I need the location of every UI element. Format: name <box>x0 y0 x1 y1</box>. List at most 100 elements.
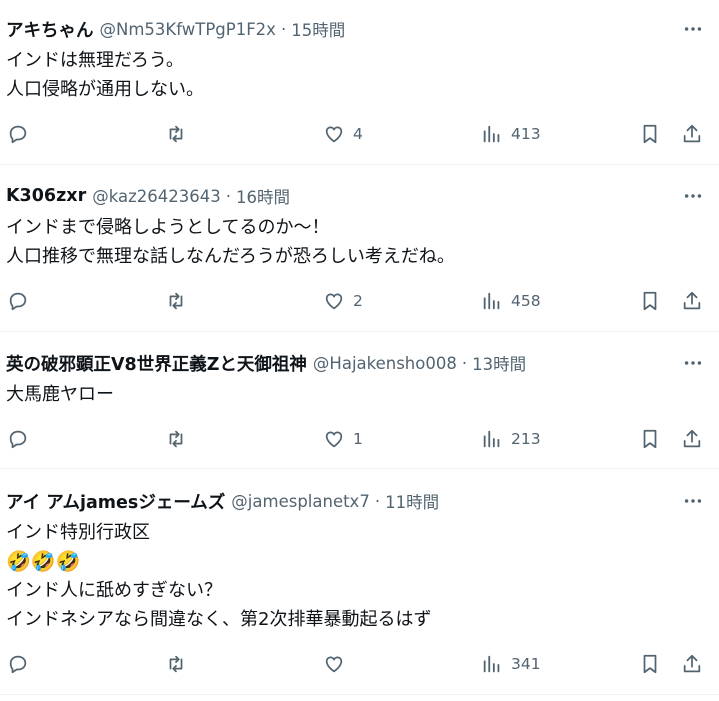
tweet[interactable]: アイ アムjamesジェームズ @jamesplanetx7 · 11時間 イン… <box>0 486 719 695</box>
view-count: 458 <box>511 292 541 310</box>
tweet-text-line: インドネシアなら間違なく、第2次排華暴動起るはず <box>6 609 432 630</box>
reply-icon <box>7 428 29 450</box>
tweet-header: 英の破邪顕正V8世界正義Zと天御祖神 @Hajakensho008 · 13時間 <box>6 348 526 378</box>
tweet-text-line: 人口推移で無理な話しなんだろうが恐ろしい考えだね。 <box>6 246 455 267</box>
tweet-header: K306zxr @kaz26423643 · 16時間 <box>6 181 290 211</box>
retweet-button[interactable] <box>165 422 187 456</box>
author-name[interactable]: アキちゃん <box>6 17 94 42</box>
bookmark-icon <box>639 290 661 312</box>
tweet-text-line: 大馬鹿ヤロー <box>6 384 114 405</box>
tweet-text-line: 人口侵略が通用しない。 <box>6 79 204 100</box>
retweet-icon <box>165 428 187 450</box>
views-button[interactable]: 458 <box>481 284 541 318</box>
view-count: 413 <box>511 125 541 143</box>
author-handle[interactable]: @Nm53KfwTPgP1F2x <box>100 20 276 39</box>
action-bar: 1 213 <box>0 422 719 456</box>
like-button[interactable]: 2 <box>323 284 363 318</box>
views-chart-icon <box>481 123 503 145</box>
retweet-button[interactable] <box>165 647 187 681</box>
more-dots-icon[interactable] <box>681 352 705 374</box>
reply-icon <box>7 290 29 312</box>
tweet-header: アイ アムjamesジェームズ @jamesplanetx7 · 11時間 <box>6 486 439 516</box>
like-heart-icon <box>323 428 345 450</box>
tweet-text-line: インドまで侵略しようとしてるのか～！ <box>6 217 330 238</box>
author-handle[interactable]: @kaz26423643 <box>92 187 221 206</box>
reply-button[interactable] <box>7 422 29 456</box>
views-chart-icon <box>481 290 503 312</box>
tweet[interactable]: 英の破邪顕正V8世界正義Zと天御祖神 @Hajakensho008 · 13時間… <box>0 348 719 469</box>
retweet-icon <box>165 653 187 675</box>
like-count: 2 <box>353 292 363 310</box>
like-count: 4 <box>353 125 363 143</box>
timestamp[interactable]: 16時間 <box>236 184 290 208</box>
tweet-text-line: インド特別行政区 <box>6 522 150 543</box>
tweet-text: インド特別行政区 🤣🤣🤣 インド人に舐めすぎない？ インドネシアなら間違なく、第… <box>6 518 431 634</box>
more-dots-icon[interactable] <box>681 185 705 207</box>
retweet-icon <box>165 123 187 145</box>
separator-dot: · <box>280 19 287 39</box>
share-button[interactable] <box>681 284 703 318</box>
bookmark-button[interactable] <box>639 422 661 456</box>
view-count: 341 <box>511 655 541 673</box>
bookmark-button[interactable] <box>639 284 661 318</box>
share-icon <box>681 653 703 675</box>
retweet-button[interactable] <box>165 284 187 318</box>
bookmark-icon <box>639 428 661 450</box>
tweet-text: インドは無理だろう。 人口侵略が通用しない。 <box>6 46 204 104</box>
bookmark-icon <box>639 653 661 675</box>
timestamp[interactable]: 13時間 <box>472 351 526 375</box>
tweet-text: インドまで侵略しようとしてるのか～！ 人口推移で無理な話しなんだろうが恐ろしい考… <box>6 213 455 271</box>
views-button[interactable]: 341 <box>481 647 541 681</box>
like-button[interactable]: 1 <box>323 422 363 456</box>
retweet-icon <box>165 290 187 312</box>
timestamp[interactable]: 15時間 <box>291 17 345 41</box>
more-dots-icon[interactable] <box>681 490 705 512</box>
bookmark-button[interactable] <box>639 117 661 151</box>
reply-icon <box>7 653 29 675</box>
share-button[interactable] <box>681 117 703 151</box>
share-icon <box>681 123 703 145</box>
author-handle[interactable]: @Hajakensho008 <box>313 354 457 373</box>
like-heart-icon <box>323 123 345 145</box>
views-chart-icon <box>481 428 503 450</box>
author-name[interactable]: 英の破邪顕正V8世界正義Zと天御祖神 <box>6 351 307 376</box>
separator-dot: · <box>374 491 381 511</box>
like-heart-icon <box>323 653 345 675</box>
like-count: 1 <box>353 430 363 448</box>
views-chart-icon <box>481 653 503 675</box>
tweet[interactable]: アキちゃん @Nm53KfwTPgP1F2x · 15時間 インドは無理だろう。… <box>0 14 719 165</box>
bookmark-button[interactable] <box>639 647 661 681</box>
more-dots-icon[interactable] <box>681 18 705 40</box>
views-button[interactable]: 213 <box>481 422 541 456</box>
tweet-header: アキちゃん @Nm53KfwTPgP1F2x · 15時間 <box>6 14 345 44</box>
reply-icon <box>7 123 29 145</box>
tweet-text: 大馬鹿ヤロー <box>6 380 114 409</box>
share-icon <box>681 290 703 312</box>
tweet[interactable]: K306zxr @kaz26423643 · 16時間 インドまで侵略しようとし… <box>0 181 719 332</box>
view-count: 213 <box>511 430 541 448</box>
separator-dot: · <box>461 353 468 373</box>
share-icon <box>681 428 703 450</box>
author-handle[interactable]: @jamesplanetx7 <box>231 492 370 511</box>
tweet-text-line: インドは無理だろう。 <box>6 50 184 71</box>
views-button[interactable]: 413 <box>481 117 541 151</box>
author-name[interactable]: アイ アムjamesジェームズ <box>6 489 225 514</box>
share-button[interactable] <box>681 647 703 681</box>
action-bar: 4 413 <box>0 117 719 151</box>
author-name[interactable]: K306zxr <box>6 186 86 206</box>
reply-button[interactable] <box>7 647 29 681</box>
reply-button[interactable] <box>7 284 29 318</box>
separator-dot: · <box>225 186 231 206</box>
bookmark-icon <box>639 123 661 145</box>
tweet-text-line: インド人に舐めすぎない？ <box>6 580 222 601</box>
action-bar: 341 <box>0 647 719 681</box>
reply-button[interactable] <box>7 117 29 151</box>
share-button[interactable] <box>681 422 703 456</box>
timestamp[interactable]: 11時間 <box>385 489 439 513</box>
action-bar: 2 458 <box>0 284 719 318</box>
emoji-line: 🤣🤣🤣 <box>6 549 81 573</box>
like-button[interactable] <box>323 647 353 681</box>
like-heart-icon <box>323 290 345 312</box>
retweet-button[interactable] <box>165 117 187 151</box>
like-button[interactable]: 4 <box>323 117 363 151</box>
